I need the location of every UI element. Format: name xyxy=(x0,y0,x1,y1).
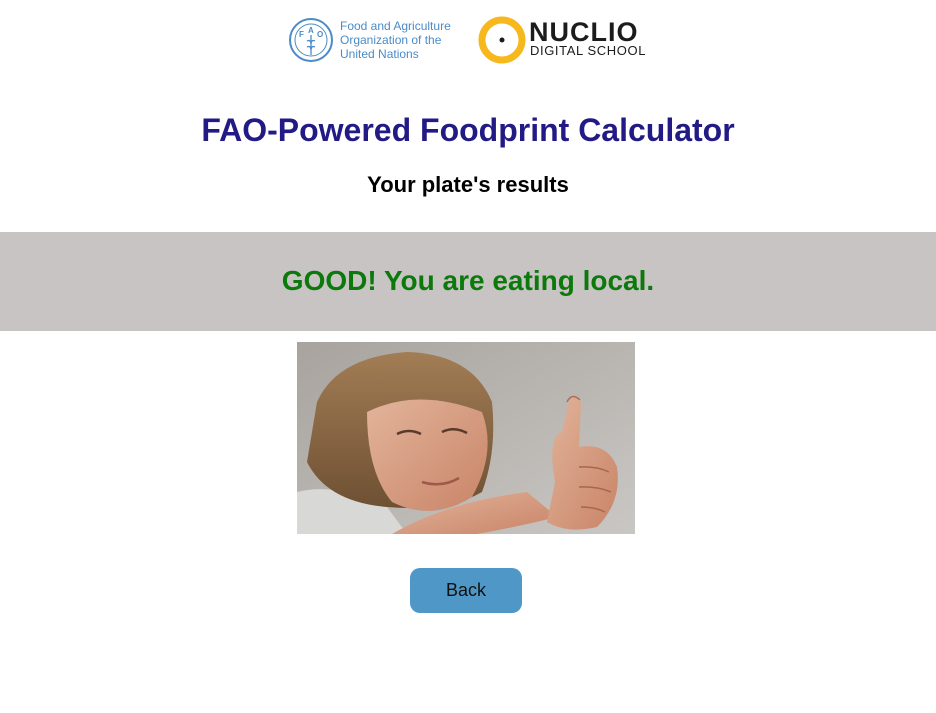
back-button[interactable]: Back xyxy=(410,568,522,613)
svg-text:F: F xyxy=(299,30,304,39)
result-message: GOOD! You are eating local. xyxy=(281,265,655,296)
fao-emblem-icon: F A O xyxy=(289,18,333,62)
page-title: FAO-Powered Foodprint Calculator xyxy=(201,112,735,148)
nuclio-subtitle: DIGITAL SCHOOL xyxy=(530,43,647,58)
nuclio-circle-icon xyxy=(478,16,526,64)
fao-logo-text: Food and Agriculture Organization of the… xyxy=(340,19,451,61)
nuclio-logo: NUCLIO DIGITAL SCHOOL xyxy=(478,15,648,65)
result-photo xyxy=(297,342,635,534)
result-banner: GOOD! You are eating local. xyxy=(0,232,936,331)
svg-text:A: A xyxy=(308,26,314,35)
page-subtitle: Your plate's results xyxy=(367,172,569,197)
svg-text:O: O xyxy=(317,30,323,39)
fao-logo: F A O Food and Agriculture Organization … xyxy=(288,17,458,63)
logo-bar: F A O Food and Agriculture Organization … xyxy=(0,15,936,65)
results-page: F A O Food and Agriculture Organization … xyxy=(0,0,936,713)
thumbs-up-photo xyxy=(297,342,635,534)
